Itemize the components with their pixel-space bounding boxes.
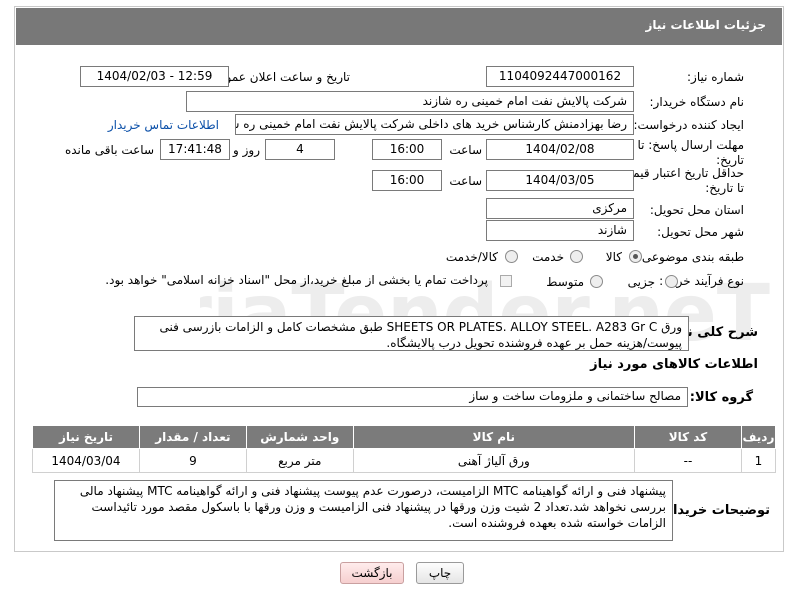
cell-row-number: 1 xyxy=(740,448,777,473)
process-minor-label: جزیی xyxy=(627,275,655,289)
table-row: 1 -- ورق آلیاژ آهنی متر مربع 9 1404/03/0… xyxy=(32,448,777,473)
buyer-contact-link[interactable]: اطلاعات تماس خریدار xyxy=(108,118,219,132)
treasury-payment-note: پرداخت تمام یا بخشی از مبلغ خرید،از محل … xyxy=(105,273,488,287)
need-summary-text: ورق SHEETS OR PLATES. ALLOY STEEL. A283 … xyxy=(134,316,689,351)
col-unit: واحد شمارش xyxy=(245,425,354,449)
buyer-notes-label: توضیحات خریدار: xyxy=(660,503,770,518)
table-header-row: ردیف کد کالا نام کالا واحد شمارش تعداد /… xyxy=(32,425,777,449)
cell-unit: متر مربع xyxy=(245,448,354,473)
remaining-days: 4 xyxy=(265,139,335,160)
treasury-payment-checkbox[interactable] xyxy=(500,275,512,287)
page-title: جزئیات اطلاعات نیاز xyxy=(645,18,766,32)
reply-deadline-label: مهلت ارسال پاسخ: تا تاریخ: xyxy=(637,138,744,167)
delivery-city-label: شهر محل تحویل: xyxy=(657,225,744,239)
goods-section-title: اطلاعات کالاهای مورد نیاز xyxy=(590,357,758,372)
requester-field: رضا بهزادمنش کارشناس خرید های داخلی شرکت… xyxy=(235,114,634,135)
delivery-province-label: استان محل تحویل: xyxy=(649,203,744,217)
reply-deadline-date: 1404/02/08 xyxy=(486,139,634,160)
col-quantity: تعداد / مقدار xyxy=(138,425,247,449)
col-row-number: ردیف xyxy=(740,425,777,449)
process-medium-label: متوسط xyxy=(546,275,584,289)
category-goods-radio[interactable] xyxy=(629,250,642,263)
category-label: طبقه بندی موضوعی: xyxy=(637,250,744,264)
days-label: روز و xyxy=(233,143,260,157)
process-minor-radio[interactable] xyxy=(665,275,678,288)
print-button[interactable]: چاپ xyxy=(416,562,464,584)
category-goods-label: کالا xyxy=(605,250,622,264)
cell-item-code: -- xyxy=(634,448,742,473)
buyer-org-field: شرکت پالایش نفت امام خمینی ره شازند xyxy=(186,91,634,112)
remaining-time: 17:41:48 xyxy=(160,139,230,160)
cell-need-date: 1404/03/04 xyxy=(32,448,140,473)
col-item-code: کد کالا xyxy=(634,425,742,449)
category-service-label: خدمت xyxy=(532,250,564,264)
category-goods-service-radio[interactable] xyxy=(505,250,518,263)
category-service-radio[interactable] xyxy=(570,250,583,263)
delivery-province-field: مرکزی xyxy=(486,198,634,219)
reply-deadline-time-label: ساعت xyxy=(449,143,482,157)
back-button[interactable]: بازگشت xyxy=(340,562,404,584)
col-need-date: تاریخ نیاز xyxy=(32,425,140,449)
cell-item-name: ورق آلیاژ آهنی xyxy=(352,448,636,473)
goods-group-field: مصالح ساختمانی و ملزومات ساخت و ساز xyxy=(137,387,688,407)
goods-table: ردیف کد کالا نام کالا واحد شمارش تعداد /… xyxy=(32,425,777,473)
announce-date-field: 1404/02/03 - 12:59 xyxy=(80,66,229,87)
category-goods-service-label: کالا/خدمت xyxy=(445,250,498,264)
remaining-time-label: ساعت باقی مانده xyxy=(64,143,154,157)
need-number-field: 1104092447000162 xyxy=(486,66,634,87)
delivery-city-field: شازند xyxy=(486,220,634,241)
panel-header: جزئیات اطلاعات نیاز xyxy=(16,8,782,45)
goods-group-label: گروه کالا: xyxy=(689,390,753,405)
process-medium-radio[interactable] xyxy=(590,275,603,288)
price-validity-time: 16:00 xyxy=(372,170,442,191)
col-item-name: نام کالا xyxy=(352,425,636,449)
price-validity-date: 1404/03/05 xyxy=(486,170,634,191)
page: جزئیات اطلاعات نیاز AriaTender.neT شماره… xyxy=(0,0,788,598)
need-number-label: شماره نیاز: xyxy=(687,70,744,84)
requester-label: ایجاد کننده درخواست: xyxy=(633,118,744,132)
cell-quantity: 9 xyxy=(138,448,247,473)
price-validity-time-label: ساعت xyxy=(449,174,482,188)
buyer-notes-text: پیشنهاد فنی و ارائه گواهینامه MTC الزامی… xyxy=(54,480,673,541)
buyer-org-label: نام دستگاه خریدار: xyxy=(649,95,745,109)
reply-deadline-time: 16:00 xyxy=(372,139,442,160)
